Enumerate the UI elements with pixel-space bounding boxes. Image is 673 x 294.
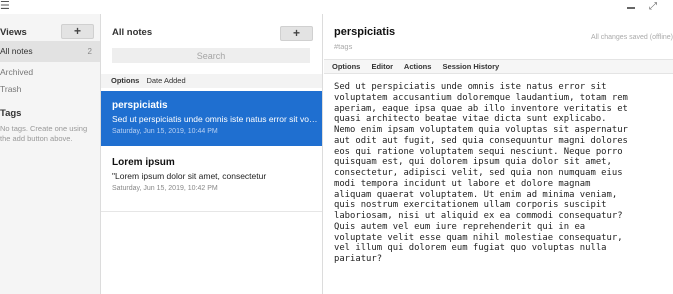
editor-title[interactable]: perspiciatis <box>334 26 395 38</box>
note-editor: perspiciatis #tags All changes saved (of… <box>324 14 673 294</box>
list-divider <box>101 211 322 212</box>
note-title: perspiciatis <box>112 100 168 111</box>
notes-list-panel: All notes + Options Date Added perspicia… <box>101 14 323 294</box>
sort-by-label[interactable]: Date Added <box>146 76 185 85</box>
title-bar: ☰ ⤢ <box>0 0 673 14</box>
tags-help-text: No tags. Create one using the add button… <box>0 124 88 143</box>
note-item-perspiciatis[interactable]: perspiciatis Sed ut perspiciatis unde om… <box>101 91 322 146</box>
view-item-trash[interactable]: Trash <box>0 79 100 100</box>
note-title: Lorem ipsum <box>112 157 175 168</box>
tab-options[interactable]: Options <box>332 62 360 71</box>
view-item-label: Trash <box>0 84 22 94</box>
note-snippet: "Lorem ipsum dolor sit amet, consectetur <box>112 171 267 181</box>
view-item-label: Archived <box>0 67 34 77</box>
views-panel: Views + All notes 2 Archived Trash Tags … <box>0 14 101 294</box>
tags-input[interactable]: #tags <box>334 42 352 51</box>
fullscreen-icon[interactable]: ⤢ <box>649 2 659 12</box>
note-date: Saturday, Jun 15, 2019, 10:42 PM <box>112 185 218 192</box>
hamburger-icon[interactable]: ☰ <box>0 1 10 12</box>
view-item-label: All notes <box>0 46 33 56</box>
minimize-icon[interactable] <box>626 1 636 11</box>
add-tag-button[interactable]: + <box>61 24 94 39</box>
search-input[interactable] <box>112 48 310 63</box>
editor-tab-bar: Options Editor Actions Session History <box>324 59 673 74</box>
views-title: Views <box>0 27 27 38</box>
view-item-all-notes[interactable]: All notes 2 <box>0 41 100 62</box>
view-item-count: 2 <box>87 47 92 56</box>
save-status: All changes saved (offline) <box>591 34 673 41</box>
sort-options-button[interactable]: Options <box>111 76 139 85</box>
tags-title: Tags <box>0 108 22 119</box>
tab-actions[interactable]: Actions <box>404 62 432 71</box>
sort-bar: Options Date Added <box>101 74 322 88</box>
add-note-button[interactable]: + <box>280 26 313 41</box>
tab-editor[interactable]: Editor <box>371 62 393 71</box>
tab-session-history[interactable]: Session History <box>443 62 500 71</box>
notes-list-title: All notes <box>112 27 153 38</box>
note-body-textarea[interactable]: Sed ut perspiciatis unde omnis iste natu… <box>334 82 673 265</box>
note-date: Saturday, Jun 15, 2019, 10:44 PM <box>112 128 218 135</box>
note-item-lorem-ipsum[interactable]: Lorem ipsum "Lorem ipsum dolor sit amet,… <box>101 148 322 203</box>
note-snippet: Sed ut perspiciatis unde omnis iste natu… <box>112 114 318 124</box>
